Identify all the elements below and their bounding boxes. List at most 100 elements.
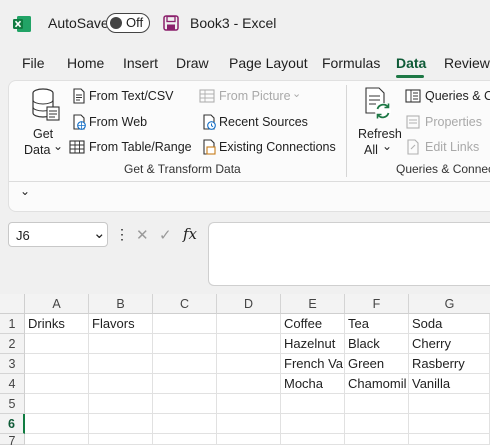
worksheet-grid[interactable]: A B C D E F G 1 2 3 4 5 6 7 Drinks Flavor… bbox=[0, 294, 490, 445]
cell-g1[interactable]: Soda bbox=[409, 314, 490, 334]
tab-review[interactable]: Review bbox=[444, 55, 490, 71]
from-web-button[interactable]: From Web bbox=[69, 113, 179, 133]
row-header-6[interactable]: 6 bbox=[0, 414, 25, 434]
from-text-csv-button[interactable]: From Text/CSV bbox=[69, 87, 193, 107]
name-box-value: J6 bbox=[16, 228, 30, 243]
cell-b6[interactable] bbox=[89, 414, 153, 434]
cell-e3[interactable]: French Va bbox=[281, 354, 345, 374]
cell-c3[interactable] bbox=[153, 354, 217, 374]
cell-e5[interactable] bbox=[281, 394, 345, 414]
refresh-all-button[interactable]: Refresh All ⌄ bbox=[354, 87, 402, 157]
autosave-state: Off bbox=[126, 15, 144, 30]
cell-b2[interactable] bbox=[89, 334, 153, 354]
queries-connections-button[interactable]: Queries & C bbox=[405, 87, 490, 107]
cell-e6[interactable] bbox=[281, 414, 345, 434]
row-header-2[interactable]: 2 bbox=[0, 334, 25, 354]
cell-b1[interactable]: Flavors bbox=[89, 314, 153, 334]
cell-d4[interactable] bbox=[217, 374, 281, 394]
tab-page-layout[interactable]: Page Layout bbox=[229, 55, 308, 71]
save-icon[interactable] bbox=[163, 15, 179, 31]
cell-f2[interactable]: Black bbox=[345, 334, 409, 354]
cell-a7[interactable] bbox=[25, 434, 89, 445]
cell-d5[interactable] bbox=[217, 394, 281, 414]
tab-data[interactable]: Data bbox=[396, 55, 426, 71]
cell-c1[interactable] bbox=[153, 314, 217, 334]
cell-c7[interactable] bbox=[153, 434, 217, 445]
properties-label: Properties bbox=[425, 115, 482, 129]
cell-a2[interactable] bbox=[25, 334, 89, 354]
more-options-icon[interactable]: ⋮ bbox=[115, 226, 129, 243]
cell-d7[interactable] bbox=[217, 434, 281, 445]
cell-f4[interactable]: Chamomil bbox=[345, 374, 409, 394]
cell-a1[interactable]: Drinks bbox=[25, 314, 89, 334]
cell-e2[interactable]: Hazelnut bbox=[281, 334, 345, 354]
cell-a6[interactable] bbox=[25, 414, 89, 434]
column-header-c[interactable]: C bbox=[153, 294, 217, 314]
existing-connections-icon bbox=[203, 139, 216, 155]
database-icon bbox=[32, 88, 60, 121]
insert-function-icon[interactable]: fx bbox=[183, 225, 197, 243]
cell-f6[interactable] bbox=[345, 414, 409, 434]
cell-e7[interactable] bbox=[281, 434, 345, 445]
cell-g2[interactable]: Cherry bbox=[409, 334, 490, 354]
get-data-button[interactable]: Get Data ⌄ bbox=[23, 87, 69, 157]
cell-c2[interactable] bbox=[153, 334, 217, 354]
ribbon-collapse-icon[interactable]: ⌄ bbox=[20, 184, 30, 198]
recent-sources-button[interactable]: Recent Sources bbox=[199, 113, 309, 133]
column-header-f[interactable]: F bbox=[345, 294, 409, 314]
cell-f5[interactable] bbox=[345, 394, 409, 414]
row-header-1[interactable]: 1 bbox=[0, 314, 25, 334]
queries-connections-label: Queries & C bbox=[425, 89, 490, 103]
select-all-corner[interactable] bbox=[0, 294, 25, 314]
name-box[interactable]: J6 ⌄ bbox=[8, 222, 108, 247]
autosave-toggle[interactable]: Off bbox=[106, 13, 150, 33]
cell-f7[interactable] bbox=[345, 434, 409, 445]
row-header-7[interactable]: 7 bbox=[0, 434, 25, 445]
cell-g7[interactable] bbox=[409, 434, 490, 445]
cell-c4[interactable] bbox=[153, 374, 217, 394]
cell-d1[interactable] bbox=[217, 314, 281, 334]
cell-d3[interactable] bbox=[217, 354, 281, 374]
cell-c5[interactable] bbox=[153, 394, 217, 414]
column-header-e[interactable]: E bbox=[281, 294, 345, 314]
cell-a5[interactable] bbox=[25, 394, 89, 414]
cell-a3[interactable] bbox=[25, 354, 89, 374]
enter-icon[interactable]: ✓ bbox=[159, 226, 172, 244]
cell-g5[interactable] bbox=[409, 394, 490, 414]
existing-connections-button[interactable]: Existing Connections bbox=[199, 138, 339, 158]
column-header-d[interactable]: D bbox=[217, 294, 281, 314]
get-data-label-2: Data bbox=[24, 143, 51, 157]
row-header-4[interactable]: 4 bbox=[0, 374, 25, 394]
cell-b5[interactable] bbox=[89, 394, 153, 414]
cell-d6[interactable] bbox=[217, 414, 281, 434]
edit-links-label: Edit Links bbox=[425, 140, 480, 154]
from-text-csv-label: From Text/CSV bbox=[89, 89, 174, 103]
cell-g3[interactable]: Rasberry bbox=[409, 354, 490, 374]
tab-draw[interactable]: Draw bbox=[176, 55, 209, 71]
from-table-range-button[interactable]: From Table/Range bbox=[69, 138, 193, 158]
tab-home[interactable]: Home bbox=[67, 55, 104, 71]
row-header-3[interactable]: 3 bbox=[0, 354, 25, 374]
tab-insert[interactable]: Insert bbox=[123, 55, 158, 71]
cell-c6[interactable] bbox=[153, 414, 217, 434]
cell-g4[interactable]: Vanilla bbox=[409, 374, 490, 394]
column-header-b[interactable]: B bbox=[89, 294, 153, 314]
excel-logo-icon bbox=[13, 16, 31, 32]
cell-f3[interactable]: Green bbox=[345, 354, 409, 374]
cell-b3[interactable] bbox=[89, 354, 153, 374]
cell-e1[interactable]: Coffee bbox=[281, 314, 345, 334]
cell-g6[interactable] bbox=[409, 414, 490, 434]
column-header-g[interactable]: G bbox=[409, 294, 490, 314]
cell-a4[interactable] bbox=[25, 374, 89, 394]
formula-input[interactable] bbox=[208, 222, 490, 286]
cell-f1[interactable]: Tea bbox=[345, 314, 409, 334]
cell-b7[interactable] bbox=[89, 434, 153, 445]
cell-d2[interactable] bbox=[217, 334, 281, 354]
cell-e4[interactable]: Mocha bbox=[281, 374, 345, 394]
column-header-a[interactable]: A bbox=[25, 294, 89, 314]
tab-file[interactable]: File bbox=[22, 55, 45, 71]
tab-formulas[interactable]: Formulas bbox=[322, 55, 380, 71]
cancel-icon[interactable]: ✕ bbox=[136, 226, 149, 244]
row-header-5[interactable]: 5 bbox=[0, 394, 25, 414]
cell-b4[interactable] bbox=[89, 374, 153, 394]
